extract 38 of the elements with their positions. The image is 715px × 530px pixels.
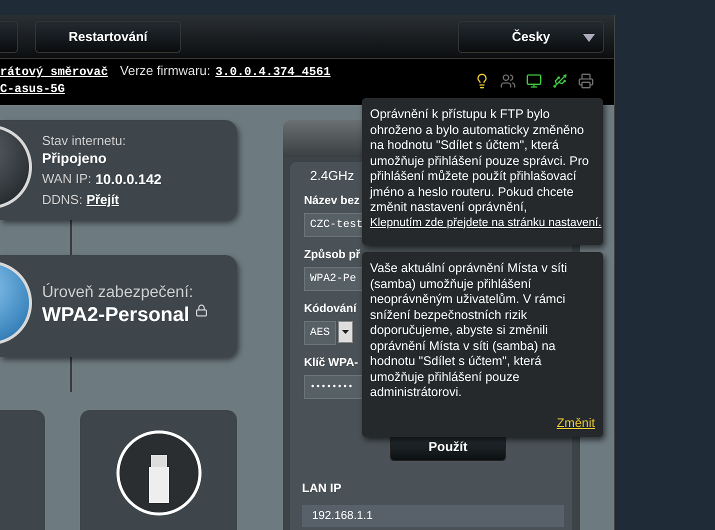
lock-icon <box>195 304 208 318</box>
ddns-label: DDNS: <box>42 192 82 207</box>
usb-drive-icon[interactable] <box>116 430 202 516</box>
monitor-icon[interactable] <box>526 73 542 89</box>
caret-icon <box>583 34 595 42</box>
language-dropdown[interactable]: Česky <box>458 20 604 52</box>
printer-icon[interactable] <box>578 73 594 89</box>
field-label: Název bez <box>304 195 360 207</box>
change-link[interactable]: Změnit <box>556 416 595 431</box>
internet-status-value: Připojeno <box>42 150 108 166</box>
security-level-value: WPA2-Personal <box>42 304 190 328</box>
wan-ip-value: 10.0.0.142 <box>95 170 162 187</box>
router-name-link[interactable]: rátový směrovač <box>0 65 108 79</box>
tooltip-text: Oprávnění k přístupu k FTP bylo ohroženo a bylo automaticky změněno na hodnotu "Sdílet s účtem", která umožňuje přihlášení pouze správci. Pro přihlášení můžete použít přihlašovací jméno a heslo routeru. Pokud chcete změnit nastavení oprávnění, <box>370 107 590 216</box>
lan-ip-value: 192.168.1.1 <box>302 505 564 527</box>
internet-status-label: Stav internetu: <box>42 132 127 148</box>
ssid-link[interactable]: C-asus-5G <box>0 82 65 96</box>
dropdown-button[interactable] <box>338 321 353 343</box>
password-field[interactable]: •••••••• <box>304 375 362 399</box>
lan-ip-label: LAN IP <box>302 481 342 495</box>
input-field[interactable]: CZC-test <box>304 213 362 237</box>
security-level-label: Úroveň zabezpečení: <box>42 284 194 302</box>
users-icon[interactable] <box>500 73 516 89</box>
toolbar-button[interactable]: Restartování <box>35 20 181 52</box>
tooltip-text: Vaše aktuální oprávnění Místa v síti (samba) umožňuje přihlášení neoprávněným uživatelům. V rámci snížení bezpečnostních rizik doporučujeme, abyste si změnili oprávnění Místa v síti (samba) na hodnotu "Sdílet s účtem", která umožňuje přihlášení pouze administrátorovi. <box>370 261 568 400</box>
band-tab[interactable]: 2.4GHz <box>304 168 354 183</box>
firmware-version-link[interactable]: 3.0.0.4.374_4561 <box>215 65 331 79</box>
wan-ip-label: WAN IP: <box>42 170 92 187</box>
firmware-label: Verze firmwaru: <box>120 63 210 78</box>
ddns-link[interactable]: Přejít <box>86 192 119 207</box>
usb-icon[interactable] <box>552 73 568 89</box>
field-label: Kódování <box>304 303 356 315</box>
field-label: Způsob př <box>304 249 360 261</box>
caret-icon <box>342 330 349 334</box>
encryption-select[interactable]: AES <box>304 321 336 345</box>
input-field[interactable]: WPA2-Pe <box>304 267 362 291</box>
settings-link[interactable]: Klepnutím zde přejdete na stránku nastavení. <box>370 216 602 231</box>
field-label: Klíč WPA- <box>304 357 358 369</box>
